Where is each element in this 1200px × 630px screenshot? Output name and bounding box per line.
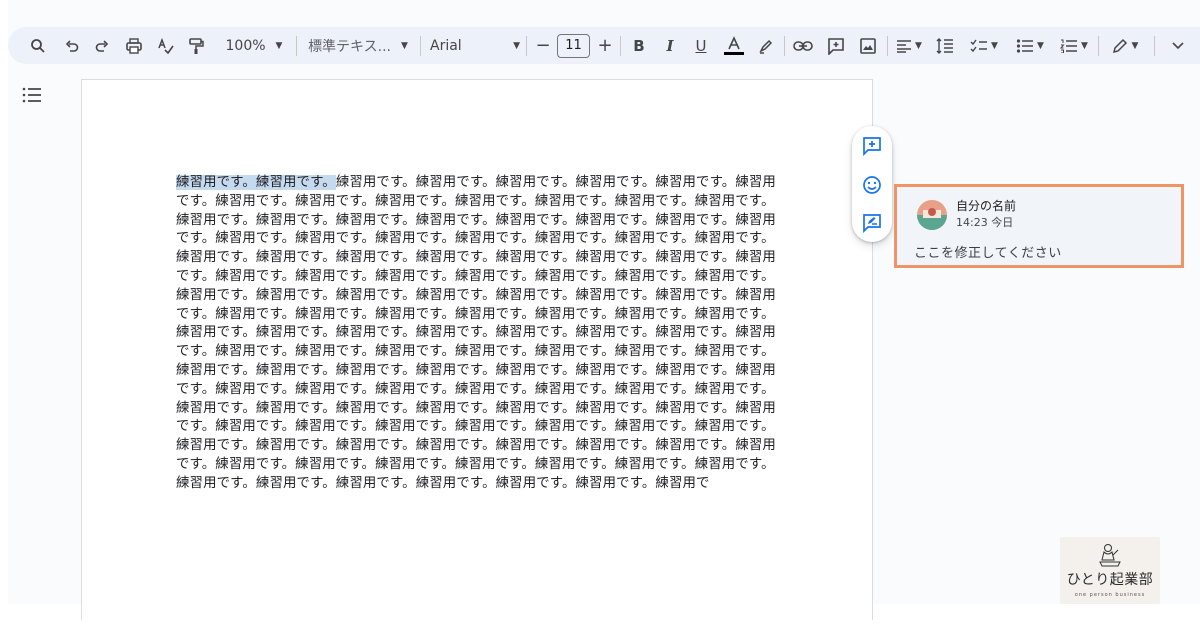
toolbar-divider	[1154, 36, 1155, 56]
add-comment-icon	[863, 137, 881, 156]
align-left-icon	[897, 39, 912, 53]
numbered-list-dropdown[interactable]: ▼	[1054, 27, 1094, 64]
avatar	[917, 200, 947, 230]
font-size-value: 11	[557, 33, 590, 58]
search-menus-button[interactable]	[26, 27, 50, 64]
toolbar-divider	[296, 36, 297, 56]
zoom-value: 100%	[225, 37, 266, 54]
add-emoji-reaction-button[interactable]	[861, 174, 883, 196]
comment-author: 自分の名前	[956, 199, 1017, 213]
highlighter-icon	[759, 39, 773, 54]
bulleted-list-icon	[1016, 38, 1034, 53]
suggest-edit-icon	[863, 214, 881, 233]
document-text[interactable]: 練習用です。練習用です。練習用です。練習用です。練習用です。練習用です。練習用で…	[176, 175, 776, 491]
chevron-down-icon: ▼	[1131, 40, 1139, 51]
checklist-icon	[970, 39, 988, 52]
image-icon	[860, 37, 876, 54]
style-select[interactable]: 標準テキス... ▼	[304, 27, 412, 64]
redo-icon	[95, 39, 109, 52]
line-spacing-button[interactable]	[932, 27, 958, 64]
toolbar-divider	[784, 36, 785, 56]
toolbar: 100% ▼ 標準テキス... ▼ Arial ▼ − 11 + B I U ▼	[8, 27, 1200, 64]
toolbar-divider	[526, 36, 527, 56]
avatar-image	[917, 200, 947, 230]
highlight-color-button[interactable]	[754, 27, 778, 64]
outline-list-icon	[22, 87, 41, 103]
undo-button[interactable]	[60, 27, 84, 64]
watermark-title: ひとり起業部	[1066, 572, 1154, 588]
editing-mode-dropdown[interactable]: ▼	[1104, 27, 1146, 64]
paint-format-icon	[189, 37, 204, 54]
style-value: 標準テキス...	[308, 38, 391, 55]
text-color-icon	[724, 35, 744, 55]
document-body[interactable]: 練習用です。練習用です。練習用です。練習用です。練習用です。練習用です。練習用で…	[176, 174, 782, 494]
checklist-dropdown[interactable]: ▼	[964, 27, 1004, 64]
comment-time: 14:23 今日	[956, 216, 1014, 229]
comment-card[interactable]: 自分の名前 14:23 今日 ここを修正してください	[894, 184, 1184, 268]
floating-actions	[852, 126, 892, 242]
toolbar-divider	[420, 36, 421, 56]
spellcheck-icon	[158, 37, 174, 54]
add-comment-button[interactable]	[861, 135, 883, 157]
insert-image-button[interactable]	[855, 27, 881, 64]
toolbar-divider	[620, 36, 621, 56]
selected-text[interactable]: 練習用です。練習用です。	[176, 175, 336, 190]
decrease-font-size-button[interactable]: −	[532, 27, 554, 64]
chevron-down-icon: ▼	[1037, 40, 1044, 51]
add-comment-icon	[828, 37, 844, 55]
text-color-button[interactable]	[720, 27, 748, 64]
toolbar-divider	[1098, 36, 1099, 56]
chevron-down-icon: ▼	[991, 40, 998, 51]
document-page[interactable]: 練習用です。練習用です。練習用です。練習用です。練習用です。練習用です。練習用で…	[81, 79, 873, 620]
add-comment-toolbar-button[interactable]	[823, 27, 849, 64]
bold-button[interactable]: B	[628, 27, 650, 64]
italic-icon: I	[666, 36, 674, 55]
italic-button[interactable]: I	[659, 27, 681, 64]
increase-font-size-button[interactable]: +	[594, 27, 616, 64]
minus-icon: −	[535, 35, 551, 56]
align-dropdown[interactable]: ▼	[892, 27, 926, 64]
link-icon	[793, 40, 813, 51]
watermark-subtitle: one person business	[1074, 592, 1146, 598]
pencil-icon	[1112, 38, 1127, 53]
print-icon	[126, 37, 142, 54]
underline-icon: U	[695, 36, 707, 55]
paint-format-button[interactable]	[184, 27, 208, 64]
spelling-button[interactable]	[154, 27, 178, 64]
watermark-logo: ひとり起業部 one person business	[1060, 537, 1160, 604]
bulleted-list-dropdown[interactable]: ▼	[1010, 27, 1050, 64]
writer-illustration-icon	[1099, 544, 1121, 567]
undo-icon	[65, 39, 79, 52]
document-outline-button[interactable]	[22, 86, 42, 108]
line-spacing-icon	[936, 37, 953, 54]
toolbar-divider	[887, 36, 888, 56]
comment-text: ここを修正してください	[914, 246, 1062, 261]
chevron-down-icon: ▼	[513, 40, 520, 51]
numbered-list-icon	[1060, 39, 1078, 53]
suggest-edits-button[interactable]	[861, 212, 883, 234]
chevron-down-icon	[1172, 41, 1184, 49]
chevron-down-icon: ▼	[401, 40, 408, 51]
chevron-down-icon: ▼	[1081, 40, 1088, 51]
font-select[interactable]: Arial ▼	[430, 27, 520, 64]
print-button[interactable]	[122, 27, 146, 64]
insert-link-button[interactable]	[790, 27, 816, 64]
bold-icon: B	[633, 36, 645, 55]
zoom-select[interactable]: 100% ▼	[218, 27, 290, 64]
search-icon	[31, 38, 45, 53]
underline-button[interactable]: U	[690, 27, 712, 64]
emoji-icon	[863, 176, 881, 194]
plus-icon: +	[597, 35, 613, 56]
font-size-input[interactable]: 11	[557, 27, 590, 64]
redo-button[interactable]	[90, 27, 114, 64]
chevron-down-icon: ▼	[915, 40, 922, 51]
hide-menus-button[interactable]	[1166, 27, 1190, 64]
chevron-down-icon: ▼	[275, 40, 283, 51]
font-value: Arial	[430, 37, 462, 54]
